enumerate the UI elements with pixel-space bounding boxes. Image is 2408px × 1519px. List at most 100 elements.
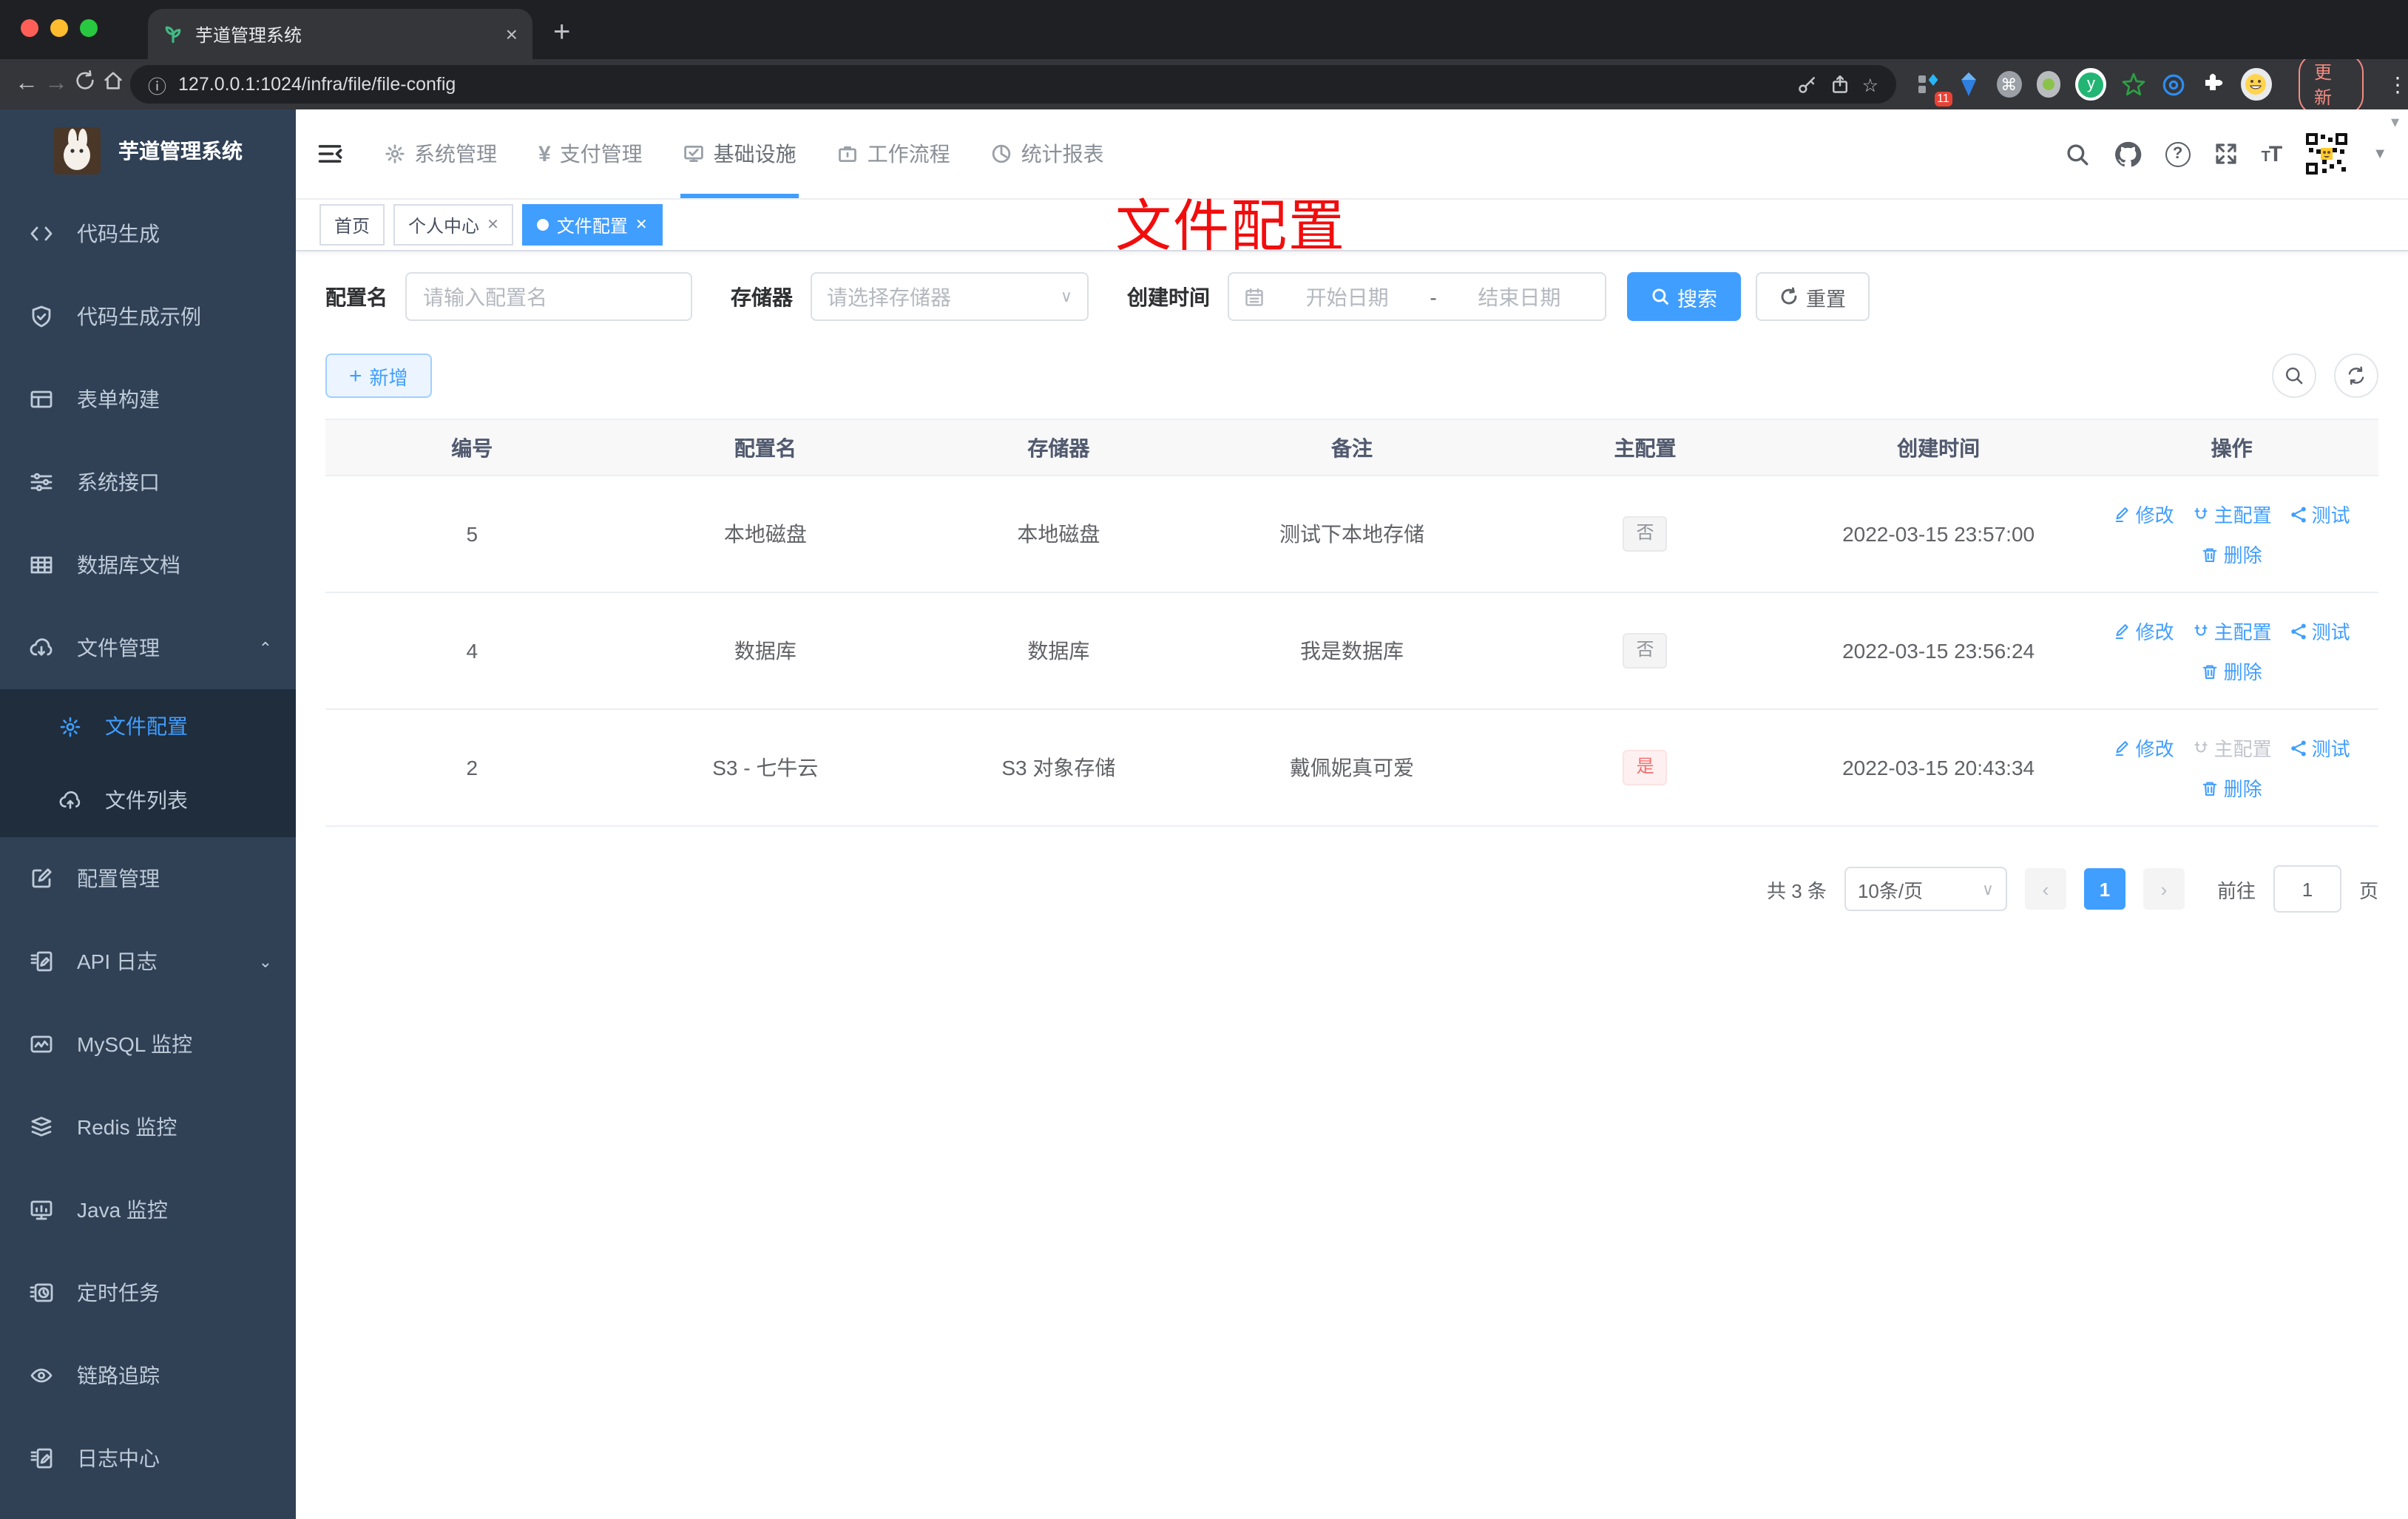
extension-grid-icon[interactable]: 11	[1917, 71, 1952, 106]
tab-close-icon[interactable]: ×	[506, 24, 518, 44]
next-page-button[interactable]: ›	[2142, 868, 2185, 910]
site-info-icon[interactable]: ⓘ	[148, 70, 166, 98]
search-icon[interactable]	[2065, 141, 2090, 166]
close-icon[interactable]: ✕	[635, 217, 648, 233]
avatar-caret-icon[interactable]: ▼	[2373, 146, 2387, 162]
search-button[interactable]: 搜索	[1627, 272, 1741, 321]
delete-link[interactable]: 删除	[2202, 774, 2262, 802]
extension-y-icon[interactable]: y	[2075, 68, 2107, 101]
extension-gem-icon[interactable]	[1957, 71, 1982, 98]
refresh-table-button[interactable]	[2334, 353, 2378, 398]
github-icon[interactable]	[2114, 140, 2142, 168]
nav-item-workflow[interactable]: 工作流程	[817, 109, 971, 198]
delete-link[interactable]: 删除	[2202, 657, 2262, 685]
tab-home[interactable]: 首页	[319, 204, 385, 246]
app-logo-row[interactable]: 芋道管理系统	[0, 109, 296, 192]
sidebar-item-log-center[interactable]: 日志中心	[0, 1417, 296, 1500]
date-end[interactable]: 结束日期	[1449, 282, 1590, 311]
sidebar-item-file-management[interactable]: 文件管理 ⌃	[0, 606, 296, 689]
fullscreen-reveal-caret-icon[interactable]: ▾	[2391, 112, 2399, 132]
sidebar-item-scheduled-tasks[interactable]: 定时任务	[0, 1251, 296, 1334]
prev-page-button[interactable]: ‹	[2024, 868, 2066, 910]
tab-file-config[interactable]: 文件配置 ✕	[522, 204, 663, 246]
file-config-table: 编号 配置名 存储器 备注 主配置 创建时间 操作 5 本地磁盘 本地磁盘 测试…	[325, 419, 2378, 827]
share-alt-icon	[2290, 623, 2306, 639]
sidebar-item-api-log[interactable]: API 日志 ⌄	[0, 920, 296, 1003]
page-size-select[interactable]: 10条/页 ∨	[1844, 867, 2007, 911]
help-icon[interactable]: ?	[2165, 141, 2191, 166]
sidebar-item-file-config[interactable]: 文件配置	[0, 689, 296, 763]
add-button[interactable]: + 新增	[325, 353, 432, 398]
reload-icon[interactable]	[74, 70, 96, 99]
reset-button[interactable]: 重置	[1756, 272, 1870, 321]
sidebar-item-code-gen-example[interactable]: 代码生成示例	[0, 275, 296, 358]
forward-icon[interactable]: →	[44, 71, 68, 98]
share-icon[interactable]	[1830, 74, 1850, 95]
nav-item-infrastructure[interactable]: 基础设施	[663, 109, 817, 198]
page-number-1[interactable]: 1	[2083, 868, 2125, 910]
config-name-input[interactable]	[405, 272, 692, 321]
favicon-sprout-icon	[165, 26, 181, 44]
magnet-icon	[2194, 740, 2208, 752]
bookmark-star-icon[interactable]: ☆	[1862, 73, 1878, 95]
home-icon[interactable]	[102, 70, 124, 99]
storage-select[interactable]: 请选择存储器 ∨	[811, 272, 1089, 321]
calendar-icon	[1245, 287, 1263, 305]
edit-link[interactable]: 修改	[2114, 500, 2174, 528]
delete-link[interactable]: 删除	[2202, 540, 2262, 568]
extension-eye-icon[interactable]	[2161, 71, 2186, 98]
sidebar-item-code-gen[interactable]: 代码生成	[0, 192, 296, 275]
top-navbar: 系统管理 ¥ 支付管理 基础设施 工作流程 统计报表 ? TT ▼	[296, 109, 2408, 200]
avatar[interactable]	[2304, 132, 2350, 176]
sidebar-item-db-doc[interactable]: 数据库文档	[0, 524, 296, 606]
url-text[interactable]: 127.0.0.1:1024/infra/file/file-config	[178, 74, 1785, 95]
sidebar-item-system-api[interactable]: 系统接口	[0, 441, 296, 524]
test-link[interactable]: 测试	[2290, 500, 2350, 528]
table-row: 5 本地磁盘 本地磁盘 测试下本地存储 否 2022-03-15 23:57:0…	[325, 476, 2378, 593]
edit-link[interactable]: 修改	[2114, 734, 2174, 762]
fullscreen-icon[interactable]	[2214, 142, 2238, 166]
date-range-picker[interactable]: 开始日期 - 结束日期	[1228, 272, 1606, 321]
sidebar-item-form-builder[interactable]: 表单构建	[0, 358, 296, 441]
browser-tab[interactable]: 芋道管理系统 ×	[148, 9, 532, 59]
font-size-icon[interactable]: TT	[2262, 141, 2283, 166]
sidebar-item-file-list[interactable]: 文件列表	[0, 763, 296, 837]
sidebar-item-tracing[interactable]: 链路追踪	[0, 1334, 296, 1417]
col-header-master: 主配置	[1614, 436, 1677, 459]
back-icon[interactable]: ←	[15, 71, 38, 98]
password-key-icon[interactable]	[1797, 74, 1818, 95]
test-link[interactable]: 测试	[2290, 617, 2350, 645]
sidebar-item-mysql-monitor[interactable]: MySQL 监控	[0, 1003, 296, 1086]
extension-star-icon[interactable]	[2121, 71, 2146, 98]
extension-dot-icon[interactable]	[2036, 71, 2061, 98]
maximize-window-button[interactable]	[80, 19, 98, 37]
date-start[interactable]: 开始日期	[1276, 282, 1418, 311]
set-master-link[interactable]: 主配置	[2192, 617, 2272, 645]
new-tab-button[interactable]: +	[553, 16, 570, 50]
cloud-upload-icon	[59, 790, 81, 808]
extension-puzzle-icon[interactable]	[2201, 71, 2226, 98]
extension-emoji-icon[interactable]	[2240, 68, 2272, 101]
sidebar-item-redis-monitor[interactable]: Redis 监控	[0, 1086, 296, 1168]
edit-link[interactable]: 修改	[2114, 617, 2174, 645]
sidebar-collapse-icon[interactable]	[317, 141, 343, 167]
nav-item-payment[interactable]: ¥ 支付管理	[518, 109, 663, 198]
close-window-button[interactable]	[21, 19, 38, 37]
test-link[interactable]: 测试	[2290, 734, 2350, 762]
close-icon[interactable]: ✕	[487, 217, 499, 233]
nav-item-reports[interactable]: 统计报表	[971, 109, 1125, 198]
sidebar-item-java-monitor[interactable]: Java 监控	[0, 1168, 296, 1251]
extension-command-icon[interactable]: ⌘	[1996, 71, 2022, 98]
nav-item-system[interactable]: 系统管理	[364, 109, 518, 198]
set-master-link[interactable]: 主配置	[2192, 500, 2272, 528]
tab-profile[interactable]: 个人中心 ✕	[393, 204, 514, 246]
browser-menu-icon[interactable]: ⋮	[2387, 72, 2408, 97]
goto-page-input[interactable]	[2273, 865, 2341, 913]
url-bar[interactable]: ⓘ 127.0.0.1:1024/infra/file/file-config …	[130, 65, 1896, 104]
search-icon	[2285, 367, 2303, 385]
col-header-no: 编号	[451, 436, 493, 459]
browser-update-button[interactable]: 更新	[2298, 53, 2364, 115]
show-search-toggle-button[interactable]	[2272, 353, 2316, 398]
minimize-window-button[interactable]	[50, 19, 68, 37]
sidebar-item-config-management[interactable]: 配置管理	[0, 837, 296, 920]
